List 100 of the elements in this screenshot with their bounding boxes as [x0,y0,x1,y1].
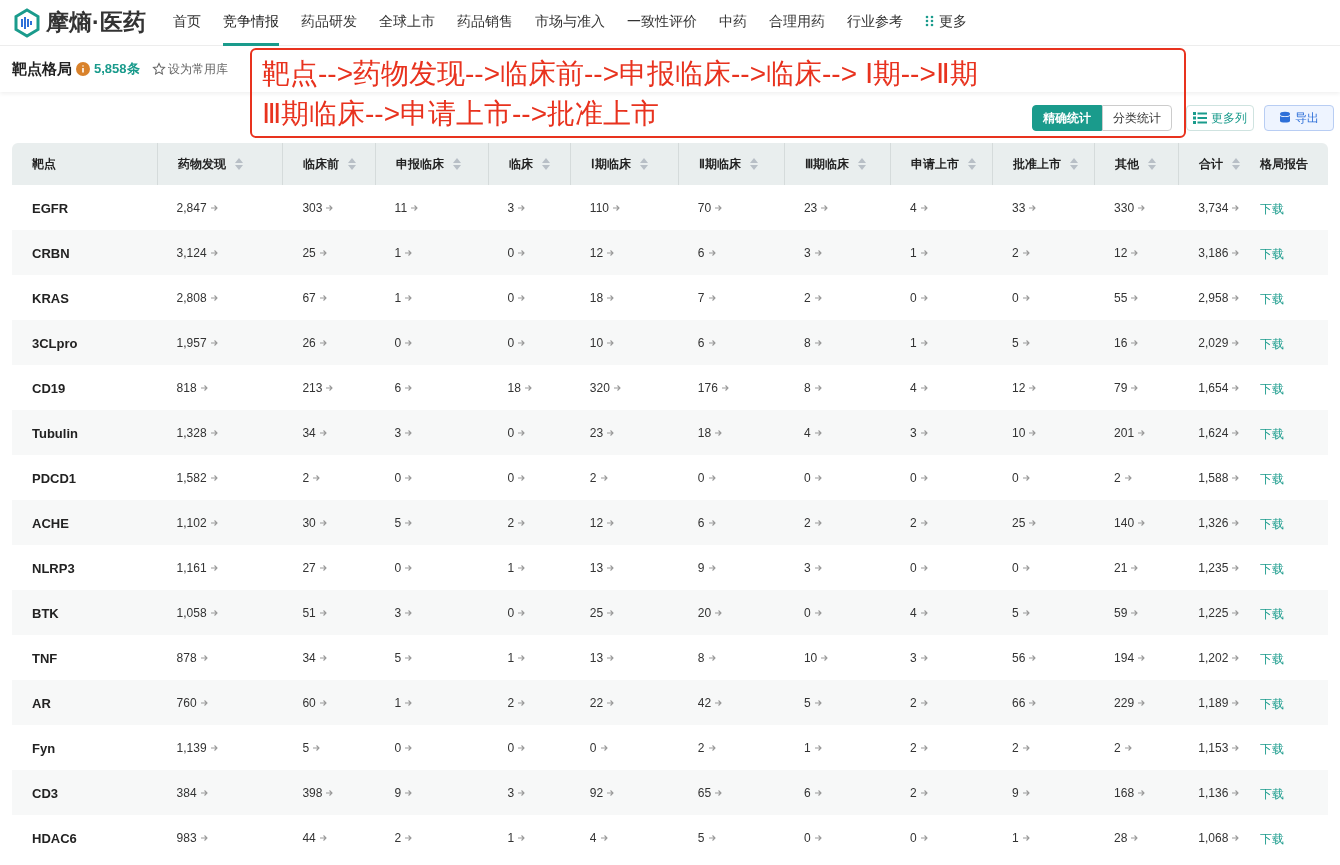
arrow-right-icon[interactable] [325,383,334,392]
table-cell[interactable]: 2 [697,738,705,757]
arrow-right-icon[interactable] [517,203,526,212]
table-cell[interactable]: 1,202 [1198,648,1229,667]
table-cell[interactable]: 23 [589,423,604,442]
arrow-right-icon[interactable] [1028,698,1037,707]
arrow-right-icon[interactable] [318,338,327,347]
arrow-right-icon[interactable] [919,248,928,257]
table-cell[interactable]: 2 [1012,738,1019,757]
arrow-right-icon[interactable] [1231,293,1240,302]
table-cell[interactable]: 1 [394,243,402,262]
table-cell[interactable]: 1,235 [1198,558,1229,577]
arrow-right-icon[interactable] [517,428,526,437]
table-cell[interactable]: 3,186 [1198,243,1229,262]
arrow-right-icon[interactable] [1130,563,1139,572]
table-cell[interactable]: 140 [1114,513,1135,532]
arrow-right-icon[interactable] [404,743,413,752]
arrow-right-icon[interactable] [199,383,208,392]
arrow-right-icon[interactable] [1231,743,1240,752]
table-cell[interactable]: 0 [507,423,515,442]
table-cell[interactable]: 2 [1114,468,1121,487]
sort-icon[interactable] [966,157,977,171]
table-cell[interactable]: 2 [909,513,917,532]
nav-tab[interactable]: 竞争情报 [222,0,279,46]
table-cell[interactable]: 26 [302,333,316,352]
table-cell[interactable]: 2 [909,693,917,712]
arrow-right-icon[interactable] [1137,653,1146,662]
arrow-right-icon[interactable] [1231,833,1240,842]
table-cell[interactable]: 3 [909,648,917,667]
table-cell[interactable]: 194 [1114,648,1135,667]
arrow-right-icon[interactable] [1231,203,1240,212]
arrow-right-icon[interactable] [404,473,413,482]
download-link[interactable]: 下载 [1259,741,1284,756]
table-cell[interactable]: 6 [803,783,811,802]
table-cell[interactable]: 4 [909,378,917,397]
table-cell[interactable]: 8 [697,648,705,667]
arrow-right-icon[interactable] [404,608,413,617]
table-cell[interactable]: 16 [1114,333,1128,352]
arrow-right-icon[interactable] [919,563,928,572]
arrow-right-icon[interactable] [404,518,413,527]
arrow-right-icon[interactable] [517,608,526,617]
table-cell[interactable]: 0 [394,468,402,487]
arrow-right-icon[interactable] [919,473,928,482]
sort-icon[interactable] [451,157,462,171]
table-cell[interactable]: 56 [1012,648,1026,667]
nav-tab[interactable]: 首页 [172,0,201,46]
arrow-right-icon[interactable] [404,293,413,302]
arrow-right-icon[interactable] [606,338,615,347]
table-cell[interactable]: 34 [302,648,316,667]
table-cell[interactable]: 1 [1012,828,1019,847]
table-cell[interactable]: 25 [589,603,604,622]
table-cell[interactable]: 1,058 [176,603,207,622]
table-cell[interactable]: 92 [589,783,604,802]
arrow-right-icon[interactable] [199,833,208,842]
arrow-right-icon[interactable] [707,563,716,572]
table-cell[interactable]: 1,957 [176,333,207,352]
arrow-right-icon[interactable] [1231,608,1240,617]
favorite-button[interactable]: 设为常用库 [151,60,228,78]
arrow-right-icon[interactable] [813,518,822,527]
arrow-right-icon[interactable] [1231,698,1240,707]
arrow-right-icon[interactable] [1028,428,1037,437]
table-cell[interactable]: 10 [1012,423,1026,442]
arrow-right-icon[interactable] [612,203,620,212]
arrow-right-icon[interactable] [1231,653,1240,662]
arrow-right-icon[interactable] [318,608,327,617]
table-cell[interactable]: 110 [589,198,609,217]
arrow-right-icon[interactable] [1021,833,1030,842]
table-cell[interactable]: 7 [697,288,705,307]
arrow-right-icon[interactable] [813,248,822,257]
arrow-right-icon[interactable] [318,698,327,707]
table-cell[interactable]: 1,153 [1198,738,1229,757]
table-cell[interactable]: 0 [909,558,917,577]
arrow-right-icon[interactable] [813,833,822,842]
table-cell[interactable]: 5 [394,648,402,667]
arrow-right-icon[interactable] [517,473,526,482]
table-cell[interactable]: 55 [1114,288,1128,307]
table-cell[interactable]: 6 [394,378,402,397]
table-cell[interactable]: 0 [507,603,515,622]
table-cell[interactable]: 18 [697,423,712,442]
arrow-right-icon[interactable] [813,473,822,482]
table-cell[interactable]: 4 [589,828,597,847]
table-cell[interactable]: 0 [394,333,402,352]
table-cell[interactable]: 12 [1012,378,1026,397]
table-cell[interactable]: 0 [507,333,515,352]
table-cell[interactable]: 0 [909,288,917,307]
arrow-right-icon[interactable] [707,743,716,752]
table-cell[interactable]: 176 [697,378,718,397]
table-cell[interactable]: 6 [697,513,705,532]
arrow-right-icon[interactable] [318,518,327,527]
arrow-right-icon[interactable] [209,743,218,752]
arrow-right-icon[interactable] [919,428,928,437]
arrow-right-icon[interactable] [1130,293,1139,302]
table-cell[interactable]: 1 [909,333,917,352]
arrow-right-icon[interactable] [606,293,615,302]
arrow-right-icon[interactable] [1123,743,1132,752]
arrow-right-icon[interactable] [606,518,615,527]
table-cell[interactable]: 1,102 [176,513,207,532]
table-cell[interactable]: 1,326 [1198,513,1229,532]
arrow-right-icon[interactable] [312,743,321,752]
arrow-right-icon[interactable] [919,293,928,302]
